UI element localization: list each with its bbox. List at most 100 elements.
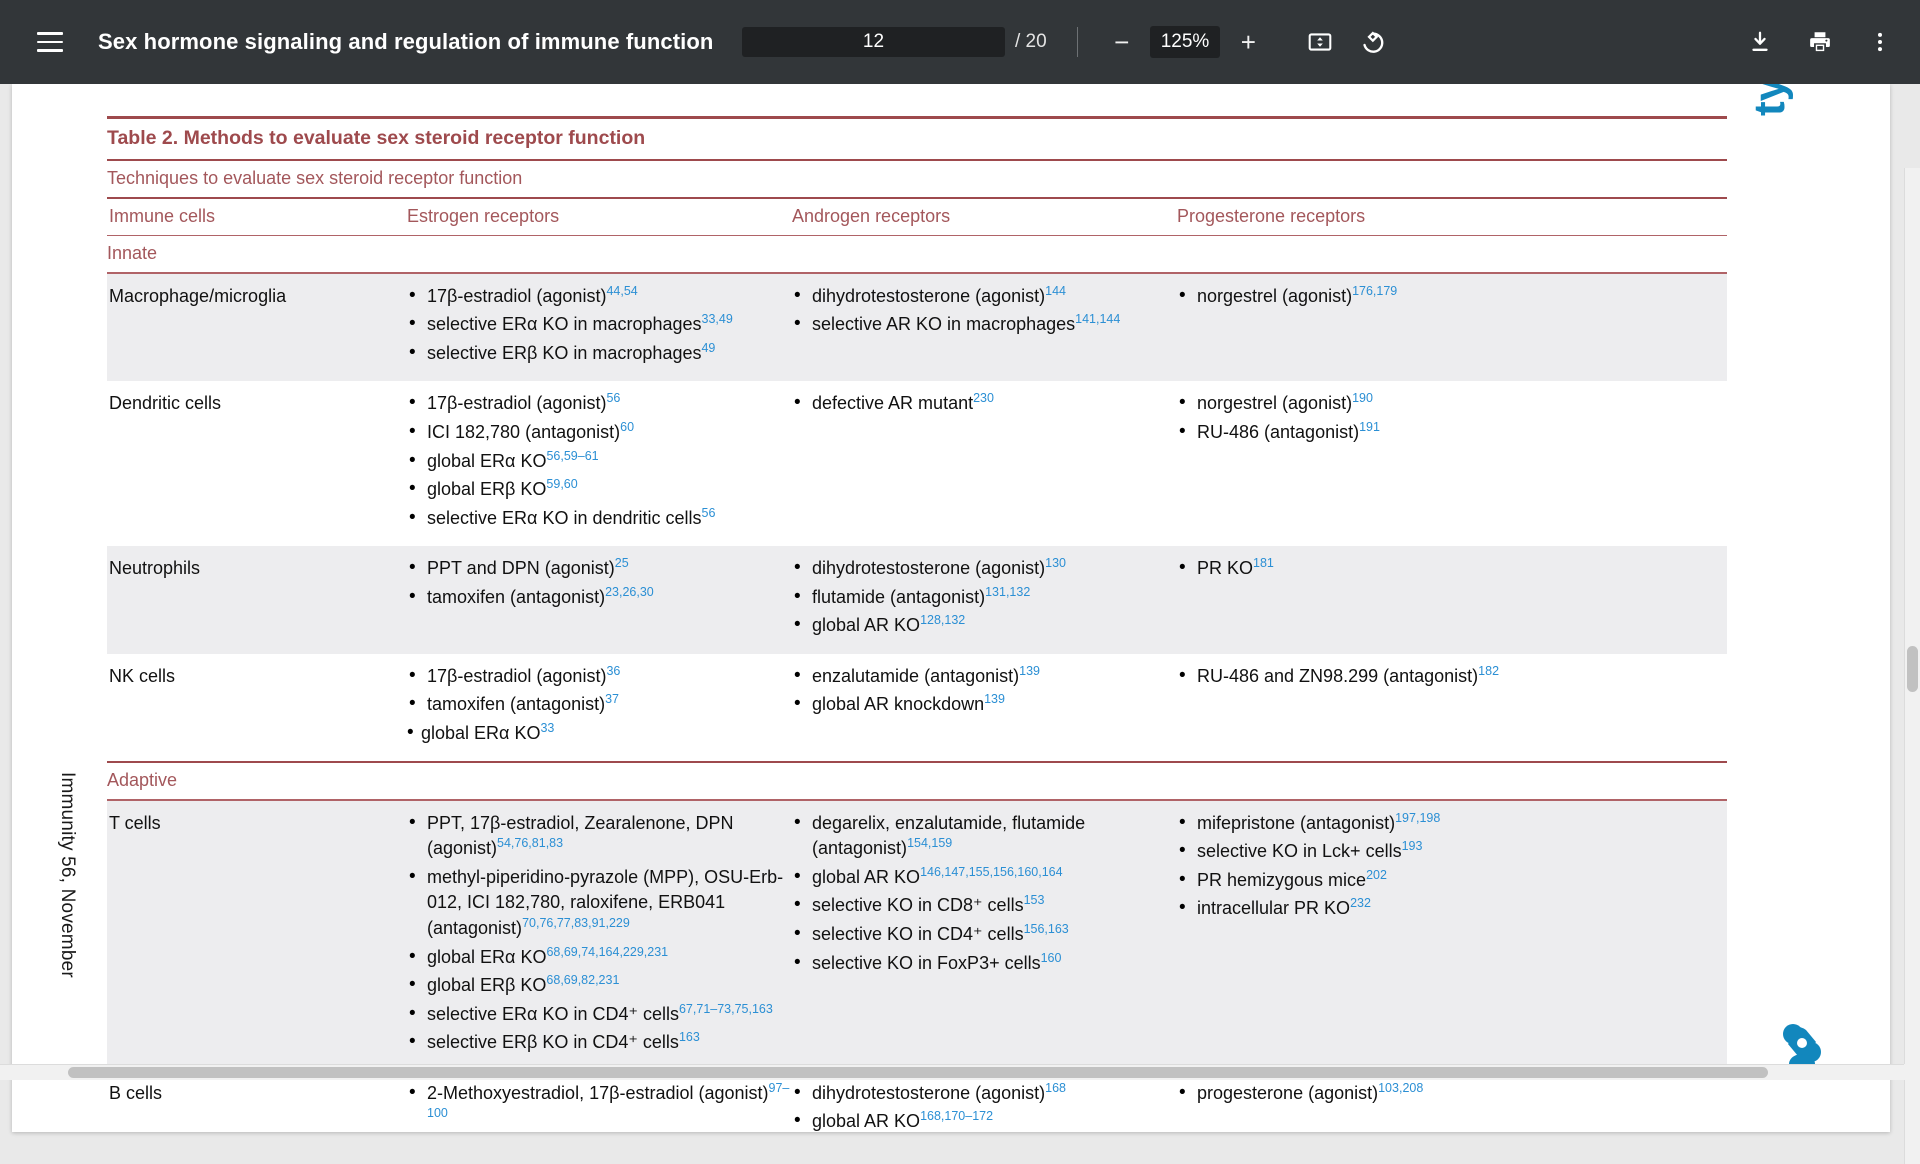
more-options-button[interactable]	[1858, 20, 1902, 64]
citation-reference[interactable]: 146,147,155,156,160,164	[920, 865, 1063, 879]
citation-reference[interactable]: 33,49	[702, 312, 733, 326]
citation-reference[interactable]: 130	[1045, 556, 1066, 570]
citation-reference[interactable]: 59,60	[546, 477, 577, 491]
bullet-list: norgestrel (agonist)190RU-486 (antagonis…	[1177, 390, 1727, 446]
citation-reference[interactable]: 67,71–73,75,163	[679, 1002, 773, 1016]
citation-reference[interactable]: 103,208	[1378, 1081, 1423, 1095]
list-item: selective KO in CD4⁺ cells156,163	[792, 921, 1177, 948]
row-label-immune-cell: Macrophage/microglia	[109, 285, 287, 306]
citation-reference[interactable]: 68,69,82,231	[546, 973, 619, 987]
bullet-list: PPT, 17β-estradiol, Zearalenone, DPN (ag…	[407, 810, 792, 1056]
citation-reference[interactable]: 153	[1024, 893, 1045, 907]
horizontal-scrollbar[interactable]	[0, 1064, 1904, 1080]
citation-reference[interactable]: 128,132	[920, 613, 965, 627]
fit-to-page-button[interactable]	[1298, 20, 1342, 64]
bullet-list: progesterone (agonist)103,208	[1177, 1080, 1727, 1107]
citation-reference[interactable]: 230	[973, 391, 994, 405]
list-item: selective ERα KO in dendritic cells56	[407, 505, 792, 532]
download-button[interactable]	[1738, 20, 1782, 64]
bullet-list: 2-Methoxyestradiol, 17β-estradiol (agoni…	[407, 1080, 792, 1132]
table-subtitle: Techniques to evaluate sex steroid recep…	[107, 168, 523, 188]
bullet-list: enzalutamide (antagonist)139global AR kn…	[792, 663, 1177, 718]
list-item: global AR KO168,170–172	[792, 1108, 1177, 1132]
citation-reference[interactable]: 36	[606, 664, 620, 678]
cell-androgen-receptors: degarelix, enzalutamide, flutamide (anta…	[792, 810, 1177, 1059]
citation-reference[interactable]: 144	[1045, 284, 1066, 298]
cell-androgen-receptors: enzalutamide (antagonist)139global AR kn…	[792, 663, 1177, 750]
hamburger-menu-icon[interactable]	[28, 20, 72, 64]
citation-reference[interactable]: 181	[1253, 556, 1274, 570]
citation-reference[interactable]: 139	[1019, 664, 1040, 678]
citation-reference[interactable]: 176,179	[1352, 284, 1397, 298]
citation-reference[interactable]: 141,144	[1075, 312, 1120, 326]
citation-reference[interactable]: 131,132	[985, 585, 1030, 599]
citation-reference[interactable]: 60	[620, 420, 634, 434]
pdf-viewer-area[interactable]: Immunity 56, November ty Table 2. Method…	[0, 84, 1920, 1164]
citation-reference[interactable]: 37	[605, 692, 619, 706]
cell-progesterone-receptors: RU-486 and ZN98.299 (antagonist)182	[1177, 663, 1727, 750]
print-button[interactable]	[1798, 20, 1842, 64]
citation-reference[interactable]: 168	[1045, 1081, 1066, 1095]
cell-androgen-receptors: dihydrotestosterone (agonist)130flutamid…	[792, 555, 1177, 642]
citation-reference[interactable]: 202	[1366, 868, 1387, 882]
citation-reference[interactable]: 190	[1352, 391, 1373, 405]
list-item: PPT and DPN (agonist)25	[407, 555, 792, 582]
citation-reference[interactable]: 56,59–61	[546, 449, 598, 463]
cell-estrogen-receptors: 17β-estradiol (agonist)56ICI 182,780 (an…	[407, 390, 792, 534]
zoom-in-button[interactable]: +	[1226, 20, 1270, 64]
page-total-label: / 20	[1015, 31, 1047, 52]
cell-androgen-receptors: dihydrotestosterone (agonist)168global A…	[792, 1080, 1177, 1132]
citation-reference[interactable]: 33	[540, 721, 554, 735]
citation-reference[interactable]: 97–100	[427, 1081, 789, 1121]
citation-reference[interactable]: 156,163	[1024, 922, 1069, 936]
scrollbar-corner	[1904, 1064, 1920, 1080]
citation-reference[interactable]: 191	[1359, 420, 1380, 434]
citation-reference[interactable]: 160	[1041, 951, 1062, 965]
list-item: 2-Methoxyestradiol, 17β-estradiol (agoni…	[407, 1080, 792, 1132]
citation-reference[interactable]: 139	[984, 692, 1005, 706]
list-item: global ERβ KO59,60	[407, 476, 792, 503]
toolbar-right-actions	[1738, 20, 1902, 64]
citation-reference[interactable]: 182	[1478, 664, 1499, 678]
citation-reference[interactable]: 23,26,30	[605, 585, 654, 599]
vertical-scrollbar-thumb[interactable]	[1907, 646, 1918, 692]
list-item: selective KO in Lck+ cells193	[1177, 838, 1727, 865]
citation-reference[interactable]: 25	[615, 556, 629, 570]
list-item: RU-486 (antagonist)191	[1177, 419, 1727, 446]
vertical-scrollbar[interactable]	[1904, 168, 1920, 1164]
citation-reference[interactable]: 56	[702, 506, 716, 520]
list-item: tamoxifen (antagonist)37	[407, 691, 792, 718]
list-item: norgestrel (agonist)190	[1177, 390, 1727, 417]
citation-reference[interactable]: 68,69,74,164,229,231	[546, 945, 668, 959]
zoom-level-label[interactable]: 125%	[1149, 26, 1221, 58]
zoom-out-button[interactable]: −	[1100, 20, 1144, 64]
list-item: dihydrotestosterone (agonist)130	[792, 555, 1177, 582]
table-row: Dendritic cells 17β-estradiol (agonist)56…	[107, 381, 1727, 546]
citation-reference[interactable]: 70,76,77,83,91,229	[522, 916, 630, 930]
table-row: Neutrophils PPT and DPN (agonist)25tamoxi…	[107, 546, 1727, 654]
citation-reference[interactable]: 232	[1350, 896, 1371, 910]
page-number-input[interactable]	[742, 27, 1005, 57]
rotate-icon	[1363, 30, 1384, 53]
citation-reference[interactable]: 163	[679, 1030, 700, 1044]
list-item: selective ERβ KO in CD4⁺ cells163	[407, 1029, 792, 1056]
bullet-list: dihydrotestosterone (agonist)168global A…	[792, 1080, 1177, 1132]
citation-reference[interactable]: 54,76,81,83	[497, 836, 563, 850]
citation-reference[interactable]: 193	[1402, 839, 1423, 853]
citation-reference[interactable]: 154,159	[907, 836, 952, 850]
citation-reference[interactable]: 56	[606, 391, 620, 405]
horizontal-scrollbar-thumb[interactable]	[68, 1067, 1768, 1078]
list-item: tamoxifen (antagonist)23,26,30	[407, 584, 792, 611]
list-item: selective ERα KO in CD4⁺ cells67,71–73,7…	[407, 1001, 792, 1028]
bullet-list: defective AR mutant230	[792, 390, 1177, 417]
row-label-immune-cell: B cells	[109, 1082, 163, 1103]
list-item: selective AR KO in macrophages141,144	[792, 311, 1177, 338]
rotate-button[interactable]	[1350, 20, 1394, 64]
cell-estrogen-receptors: 17β-estradiol (agonist)36tamoxifen (anta…	[407, 663, 792, 750]
list-item: selective ERα KO in macrophages33,49	[407, 311, 792, 338]
citation-reference[interactable]: 44,54	[606, 284, 637, 298]
citation-reference[interactable]: 49	[701, 341, 715, 355]
citation-reference[interactable]: 168,170–172	[920, 1109, 993, 1123]
citation-reference[interactable]: 197,198	[1395, 811, 1440, 825]
table-row: Macrophage/microglia 17β-estradiol (agoni…	[107, 273, 1727, 382]
